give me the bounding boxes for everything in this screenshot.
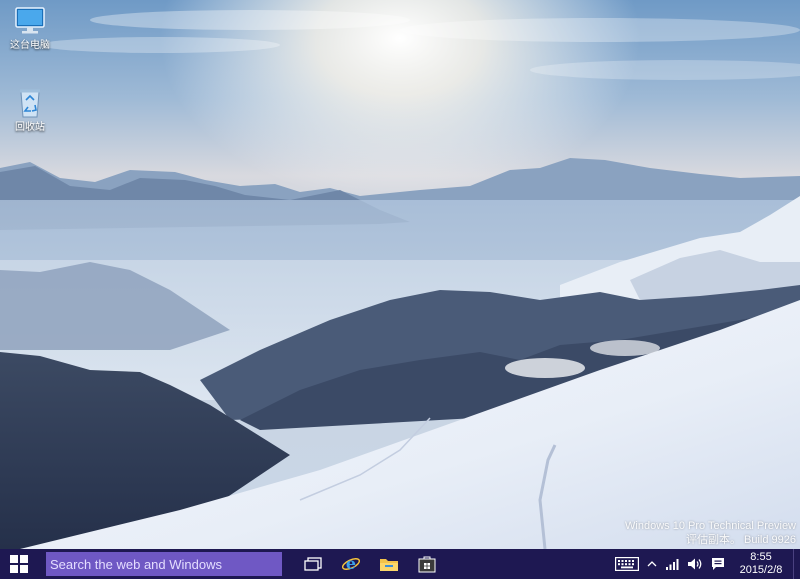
recycle-bin-icon — [13, 86, 47, 120]
desktop-wallpaper — [0, 0, 800, 549]
desktop-icon-this-pc[interactable]: 这台电脑 — [0, 4, 60, 52]
network-button[interactable] — [661, 549, 683, 579]
windows-logo-icon — [10, 555, 28, 573]
watermark-edition: Windows 10 Pro Technical Preview — [625, 520, 796, 532]
search-input[interactable] — [50, 556, 278, 572]
file-explorer-icon — [380, 559, 398, 571]
store-icon — [418, 556, 436, 573]
show-desktop-button[interactable] — [793, 549, 800, 579]
network-icon — [666, 559, 679, 570]
task-view-button[interactable] — [294, 549, 332, 579]
input-keyboard-button[interactable] — [611, 549, 643, 579]
system-tray: 8:55 2015/2/8 — [611, 549, 800, 579]
clock-time: 8:55 — [750, 551, 772, 563]
svg-text:e: e — [346, 554, 356, 573]
taskbar: e — [0, 549, 800, 579]
desktop-icon-label: 这台电脑 — [10, 40, 50, 51]
monitor-icon — [13, 4, 47, 38]
volume-button[interactable] — [683, 549, 707, 579]
clock[interactable]: 8:55 2015/2/8 — [729, 549, 793, 579]
clock-date: 2015/2/8 — [739, 564, 783, 576]
action-center-icon — [712, 558, 724, 570]
search-box[interactable] — [46, 552, 282, 576]
watermark-build: 评估副本。 Build 9926 — [685, 534, 796, 546]
keyboard-icon — [615, 557, 639, 571]
task-view-icon — [304, 557, 322, 571]
start-button[interactable] — [0, 549, 38, 579]
chevron-up-icon — [647, 561, 657, 567]
build-watermark: Windows 10 Pro Technical Preview 评估副本。 B… — [625, 519, 796, 547]
internet-explorer-icon: e — [341, 554, 361, 573]
desktop-icon-recycle-bin[interactable]: 回收站 — [0, 86, 60, 134]
mountain-landscape — [0, 0, 800, 549]
show-hidden-icons-button[interactable] — [643, 549, 661, 579]
action-center-button[interactable] — [707, 549, 729, 579]
volume-icon — [688, 558, 702, 570]
store-button[interactable] — [408, 549, 446, 579]
file-explorer-button[interactable] — [370, 549, 408, 579]
desktop-icon-label: 回收站 — [15, 122, 45, 133]
internet-explorer-button[interactable]: e — [332, 549, 370, 579]
